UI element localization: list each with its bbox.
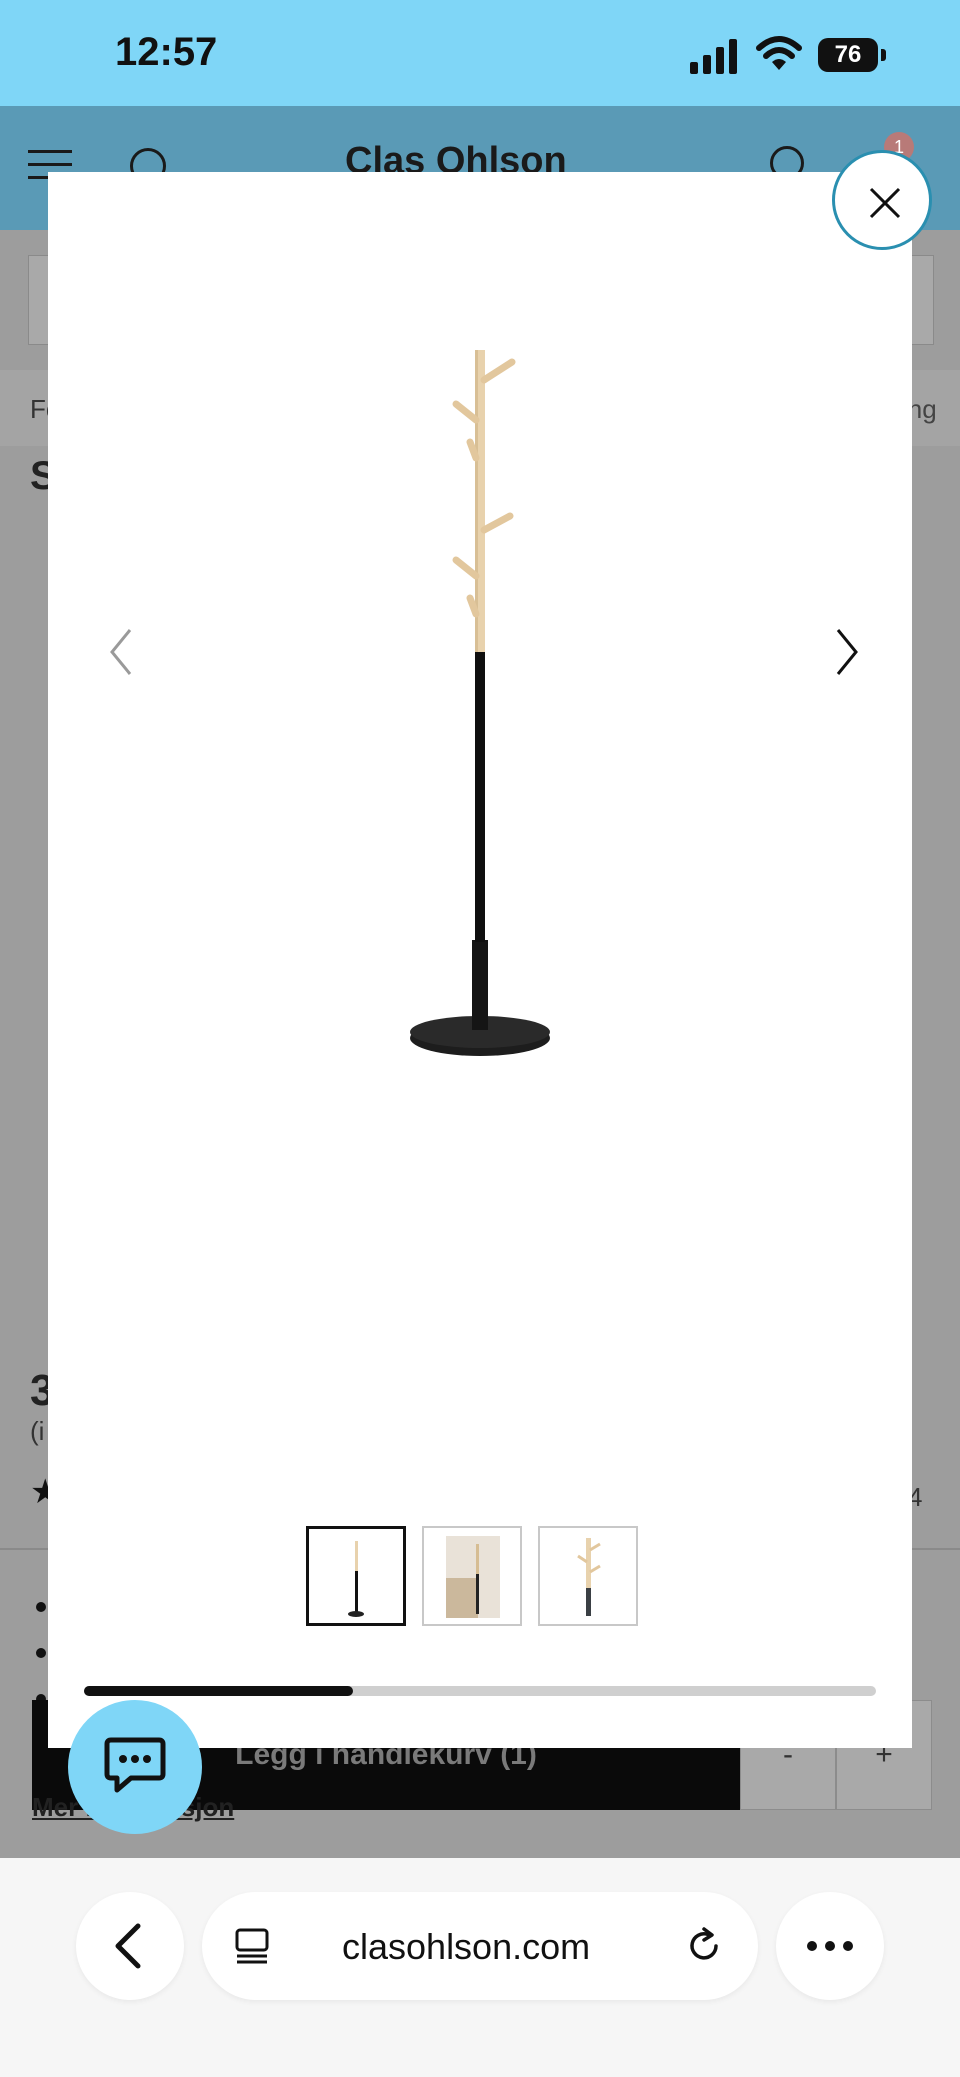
battery-icon: 76 [818,38,888,74]
back-button[interactable] [76,1892,184,2000]
chevron-left-icon [115,1923,141,1969]
thumbnail-2[interactable] [422,1526,522,1626]
thumbnail-1[interactable] [306,1526,406,1626]
status-bar: 12:57 76 [0,0,960,106]
tabs-icon [235,1928,269,1964]
thumbnail-image [348,1541,364,1617]
thumbnail-image [446,1536,500,1618]
battery-level: 76 [818,38,878,72]
cellular-signal-icon [690,39,737,74]
reload-icon[interactable] [682,1924,726,1968]
chevron-right-icon[interactable] [826,622,866,682]
more-options-button[interactable] [776,1892,884,2000]
thumbnail-image [577,1538,601,1616]
gallery-progress-fill [84,1686,354,1696]
more-horizontal-icon [807,1941,853,1951]
chat-icon [104,1737,166,1793]
chevron-left-icon[interactable] [102,622,142,682]
close-icon [869,187,901,219]
bullet-point [36,1602,46,1612]
address-bar[interactable]: clasohlson.com [202,1892,758,2000]
gallery-progress-bar [84,1686,876,1696]
wifi-icon [756,36,802,70]
url-text: clasohlson.com [342,1926,591,1967]
product-image[interactable] [390,340,570,1070]
thumbnail-3[interactable] [538,1526,638,1626]
price-note: (i [30,1416,45,1446]
bullet-point [36,1648,46,1658]
chat-button[interactable] [68,1700,202,1834]
close-button[interactable] [832,150,932,250]
status-time: 12:57 [115,30,218,74]
